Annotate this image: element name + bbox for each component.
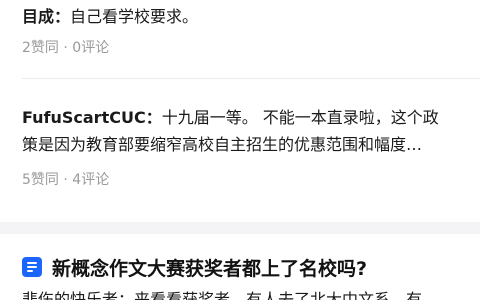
question-card[interactable]: 新概念作文大赛获奖者都上了名校吗? bbox=[22, 253, 470, 281]
answer-item[interactable]: 目成：自己看学校要求。 2赞同 · 0评论 bbox=[22, 3, 458, 58]
item-divider bbox=[22, 78, 480, 79]
answer-text: 十九届一等。 不能一本直录啦，这个政 bbox=[161, 108, 439, 127]
question-answer-preview[interactable]: 悲伤的快乐者：来看看获奖者，有人去了北大中文系，有 bbox=[22, 288, 480, 300]
answer-item[interactable]: FufuScartCUC：十九届一等。 不能一本直录啦，这个政 策是因为教育部要… bbox=[22, 104, 458, 190]
answer-author: 目成 bbox=[22, 7, 55, 26]
answer-text: 自己看学校要求。 bbox=[70, 7, 199, 26]
comment-count: 0评论 bbox=[72, 40, 110, 56]
question-doc-icon bbox=[22, 257, 42, 277]
comment-count: 4评论 bbox=[72, 172, 110, 188]
answer-excerpt: 目成：自己看学校要求。 bbox=[22, 7, 199, 26]
section-separator bbox=[0, 222, 480, 234]
answer-stats: 2赞同 · 0评论 bbox=[22, 40, 110, 56]
question-title[interactable]: 新概念作文大赛获奖者都上了名校吗? bbox=[52, 254, 367, 281]
answer-excerpt: FufuScartCUC：十九届一等。 不能一本直录啦，这个政 bbox=[22, 108, 439, 127]
like-count: 5赞同 bbox=[22, 172, 59, 188]
answer-text-continued: 策是因为教育部要缩窄高校自主招生的优惠范围和幅度… bbox=[22, 135, 423, 154]
answer-author: FufuScartCUC bbox=[22, 108, 146, 127]
answer-stats: 5赞同 · 4评论 bbox=[22, 172, 110, 188]
like-count: 2赞同 bbox=[22, 40, 59, 56]
